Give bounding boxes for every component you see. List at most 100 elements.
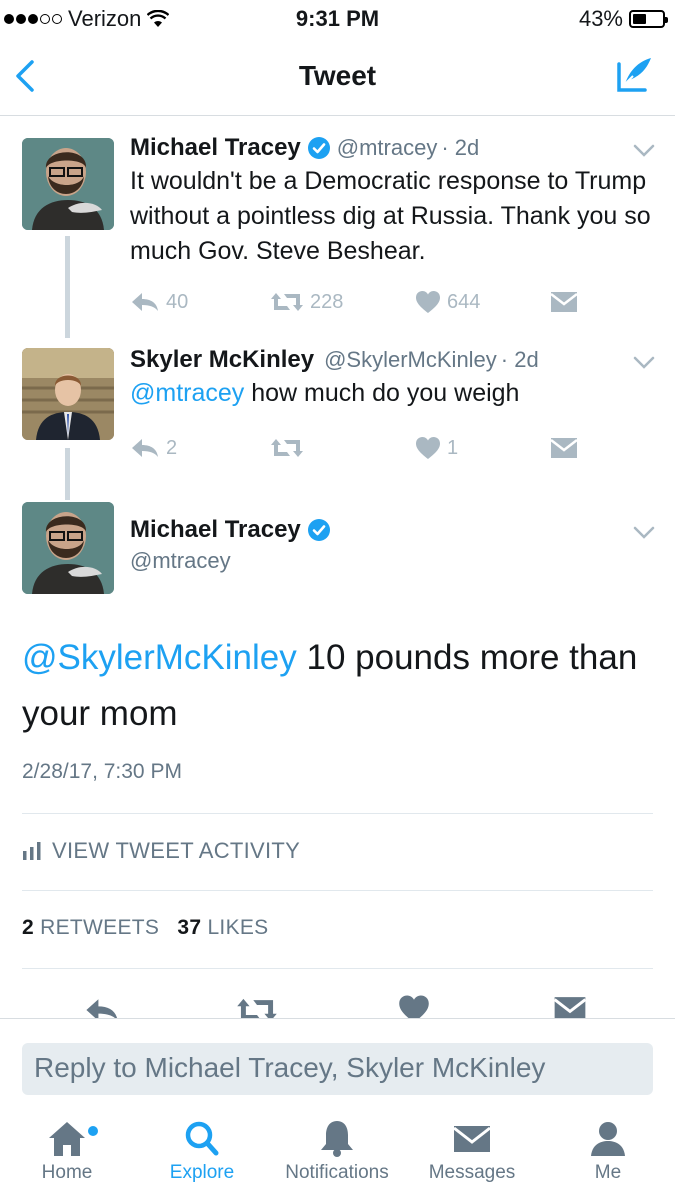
retweets-stat[interactable]: 2 RETWEETS bbox=[22, 916, 159, 939]
tab-notifications[interactable]: Notifications bbox=[272, 1118, 402, 1184]
author-name[interactable]: Michael Tracey bbox=[130, 516, 301, 544]
avatar[interactable] bbox=[22, 138, 114, 230]
divider bbox=[22, 968, 653, 969]
tweet-age: · 2d bbox=[441, 135, 480, 160]
verified-icon bbox=[307, 519, 330, 541]
dm-button[interactable] bbox=[550, 291, 578, 313]
envelope-icon bbox=[550, 292, 578, 312]
divider bbox=[22, 813, 653, 814]
tab-explore-label: Explore bbox=[169, 1162, 235, 1183]
search-icon bbox=[185, 1121, 219, 1156]
mention-link[interactable]: @SkylerMcKinley bbox=[22, 638, 297, 677]
like-button[interactable]: 644 bbox=[415, 290, 550, 314]
dm-button[interactable] bbox=[550, 437, 578, 459]
envelope-icon bbox=[550, 438, 578, 458]
reply-input[interactable]: Reply to Michael Tracey, Skyler McKinley bbox=[22, 1043, 653, 1095]
tab-home-label: Home bbox=[41, 1162, 93, 1183]
home-icon bbox=[49, 1122, 85, 1156]
author-handle[interactable]: @mtracey bbox=[130, 548, 655, 574]
likes-label: LIKES bbox=[207, 916, 269, 939]
reply-icon bbox=[132, 439, 158, 457]
new-content-dot bbox=[88, 1126, 98, 1136]
tweet-header: Skyler McKinley @SkylerMcKinley · 2d bbox=[130, 346, 655, 374]
reply-button[interactable]: 40 bbox=[130, 291, 270, 314]
reply-icon bbox=[132, 293, 158, 311]
main-tweet-actions bbox=[0, 988, 675, 1018]
status-bar: Verizon 9:31 PM 43% bbox=[0, 0, 675, 38]
battery-info: 43% bbox=[578, 6, 668, 32]
thread-line bbox=[65, 448, 70, 500]
bar-chart-icon bbox=[23, 842, 41, 860]
like-button[interactable]: 1 bbox=[415, 436, 550, 460]
thread-line bbox=[65, 236, 70, 338]
main-tweet-text: @SkylerMcKinley 10 pounds more than your… bbox=[22, 630, 655, 742]
retweet-button[interactable] bbox=[270, 437, 415, 459]
likes-count: 37 bbox=[177, 916, 202, 939]
nav-bar: Tweet bbox=[0, 38, 675, 116]
reply-count: 40 bbox=[166, 290, 189, 313]
compose-icon[interactable] bbox=[615, 54, 655, 94]
avatar[interactable] bbox=[22, 348, 114, 440]
tweet-text-body: how much do you weigh bbox=[244, 379, 520, 407]
tweet-body: Michael Tracey @mtracey bbox=[130, 516, 655, 574]
reply-bar: Reply to Michael Tracey, Skyler McKinley bbox=[0, 1018, 675, 1106]
engagement-stats: 2 RETWEETS 37 LIKES bbox=[22, 916, 269, 940]
tweet-actions: 40 228 644 bbox=[130, 290, 578, 314]
retweet-icon bbox=[271, 439, 303, 457]
tweet-text: It wouldn't be a Democratic response to … bbox=[130, 167, 651, 265]
reply-count: 2 bbox=[166, 436, 178, 459]
author-handle[interactable]: @SkylerMcKinley bbox=[324, 347, 497, 373]
chevron-down-icon[interactable] bbox=[633, 144, 655, 158]
tab-me[interactable]: Me bbox=[543, 1118, 673, 1184]
tweet-body: Michael Tracey @mtracey · 2d It wouldn't… bbox=[130, 134, 655, 269]
author-name[interactable]: Michael Tracey bbox=[130, 134, 301, 162]
tab-me-label: Me bbox=[594, 1162, 622, 1183]
tweet-timestamp: 2/28/17, 7:30 PM bbox=[22, 760, 182, 783]
thread-tweet[interactable]: Skyler McKinley @SkylerMcKinley · 2d @mt… bbox=[0, 338, 675, 500]
tweet-body: Skyler McKinley @SkylerMcKinley · 2d @mt… bbox=[130, 346, 655, 411]
like-count: 1 bbox=[447, 436, 459, 459]
tab-bar: Home Explore Notifications Messages Me bbox=[0, 1106, 675, 1200]
heart-icon[interactable] bbox=[398, 994, 430, 1018]
retweet-icon[interactable] bbox=[236, 996, 278, 1018]
tab-notifications-label: Notifications bbox=[285, 1162, 389, 1183]
likes-stat[interactable]: 37 LIKES bbox=[177, 916, 268, 939]
tweet-age: · 2d bbox=[500, 347, 539, 372]
retweet-icon bbox=[271, 293, 303, 311]
tweet-actions: 2 1 bbox=[130, 436, 578, 460]
thread-tweet[interactable]: Michael Tracey @mtracey · 2d It wouldn't… bbox=[0, 116, 675, 338]
bell-icon bbox=[321, 1121, 353, 1157]
reply-icon[interactable] bbox=[84, 996, 120, 1018]
chevron-down-icon[interactable] bbox=[633, 526, 655, 540]
envelope-icon[interactable] bbox=[553, 996, 587, 1018]
page-title: Tweet bbox=[298, 60, 377, 91]
reply-button[interactable]: 2 bbox=[130, 437, 270, 460]
view-tweet-activity-button[interactable]: VIEW TWEET ACTIVITY bbox=[22, 838, 300, 864]
heart-icon bbox=[416, 437, 440, 459]
battery-percent: 43% bbox=[578, 6, 623, 31]
tweet-header: Michael Tracey @mtracey · 2d bbox=[130, 134, 655, 162]
divider bbox=[22, 890, 653, 891]
author-name[interactable]: Skyler McKinley bbox=[130, 346, 314, 374]
tab-messages[interactable]: Messages bbox=[407, 1118, 537, 1184]
tab-messages-label: Messages bbox=[428, 1162, 516, 1183]
chevron-down-icon[interactable] bbox=[633, 356, 655, 370]
heart-icon bbox=[416, 291, 440, 313]
person-icon bbox=[591, 1122, 625, 1156]
retweets-label: RETWEETS bbox=[40, 916, 160, 939]
tab-explore[interactable]: Explore bbox=[137, 1118, 267, 1184]
tab-home[interactable]: Home bbox=[2, 1118, 132, 1184]
like-count: 644 bbox=[447, 290, 481, 313]
avatar[interactable] bbox=[22, 502, 114, 594]
mention-link[interactable]: @mtracey bbox=[130, 379, 244, 407]
battery-icon bbox=[629, 10, 668, 28]
retweet-button[interactable]: 228 bbox=[270, 291, 415, 314]
author-handle[interactable]: @mtracey bbox=[337, 135, 438, 161]
clock: 9:31 PM bbox=[295, 6, 380, 31]
tweet-header: Michael Tracey bbox=[130, 516, 655, 544]
tweet-text: @mtracey how much do you weigh bbox=[130, 376, 655, 411]
retweets-count: 2 bbox=[22, 916, 34, 939]
main-tweet-header: Michael Tracey @mtracey bbox=[0, 500, 675, 600]
envelope-icon bbox=[453, 1126, 491, 1152]
retweet-count: 228 bbox=[310, 290, 344, 313]
